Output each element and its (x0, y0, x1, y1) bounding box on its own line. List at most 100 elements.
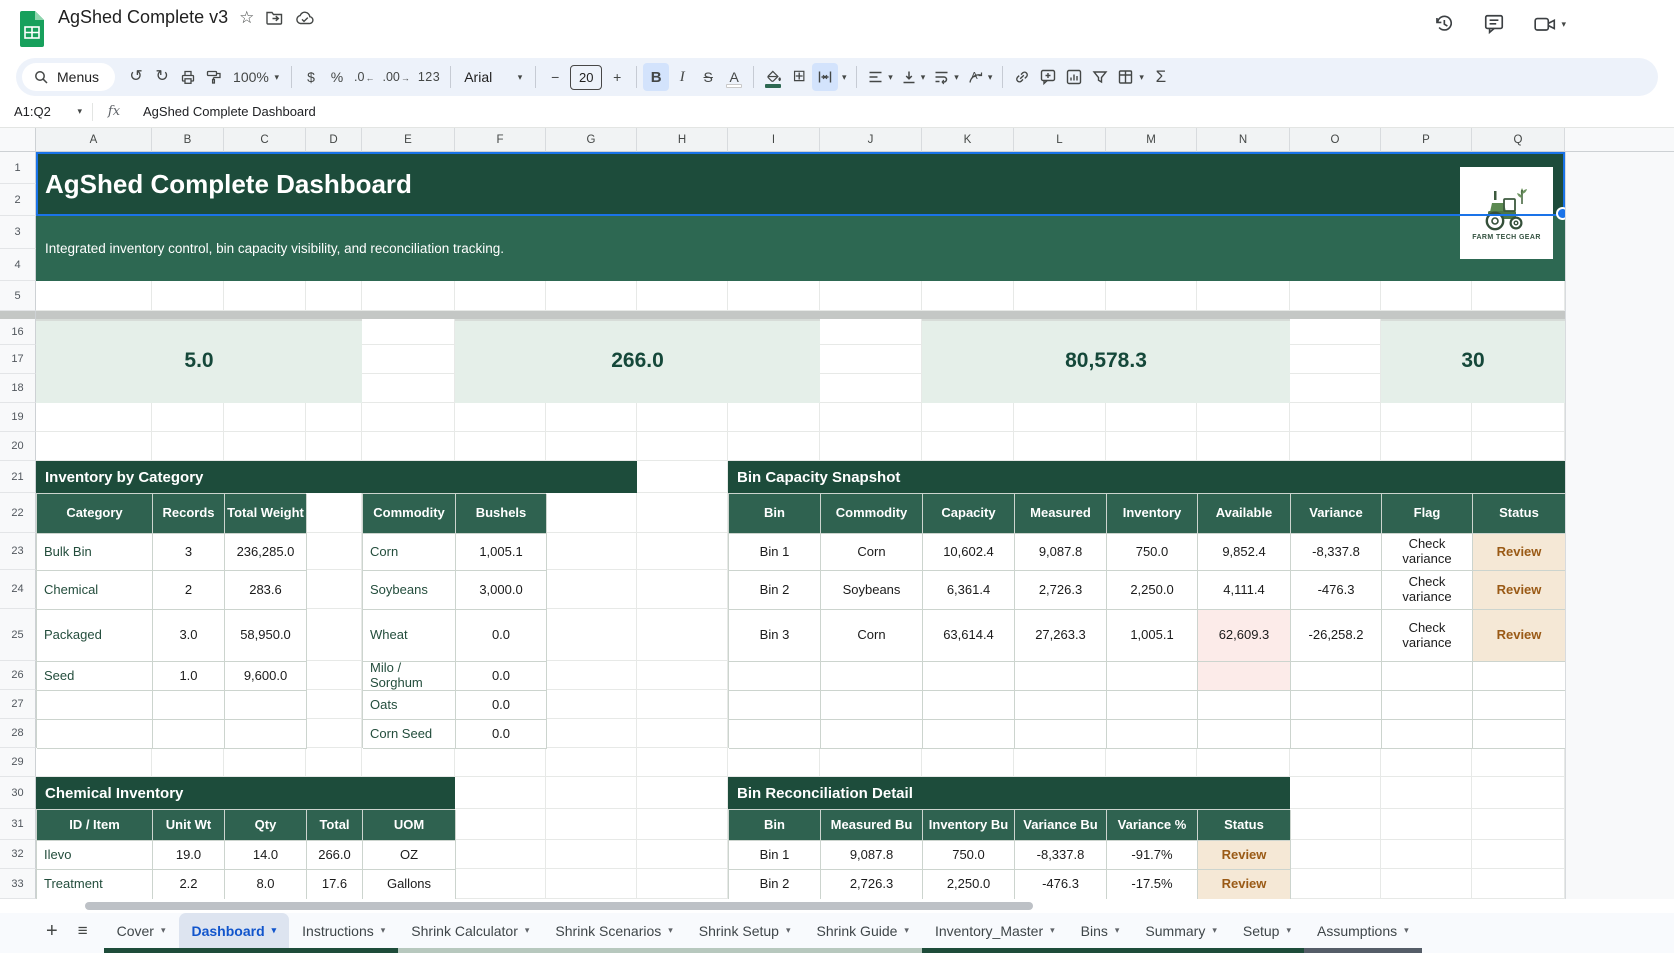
column-header-C[interactable]: C (224, 128, 306, 152)
cell[interactable]: 2,250.0 (923, 870, 1015, 899)
sheet-tab-setup[interactable]: Setup▾ (1230, 913, 1304, 953)
farm-tech-gear-logo[interactable]: FARM TECH GEAR (1460, 167, 1553, 259)
tab-dropdown-icon[interactable]: ▾ (381, 925, 386, 936)
cell[interactable]: 9,852.4 (1198, 534, 1291, 571)
row-header-31[interactable]: 31 (0, 809, 36, 840)
cell[interactable]: 63,614.4 (923, 610, 1015, 662)
bin-capacity-snapshot-title[interactable]: Bin Capacity Snapshot (728, 461, 1565, 493)
cell[interactable]: 3.0 (153, 610, 225, 662)
all-sheets-button[interactable]: ≡ (78, 922, 88, 939)
cell[interactable] (153, 720, 225, 749)
header-cell[interactable]: Inventory (1107, 494, 1198, 534)
cell[interactable]: Bin 1 (729, 534, 821, 571)
cell[interactable]: 0.0 (456, 610, 547, 662)
cell[interactable]: 236,285.0 (225, 534, 307, 571)
row-header-33[interactable]: 33 (0, 869, 36, 899)
header-cell[interactable]: Status (1198, 810, 1291, 841)
name-box-dropdown-icon[interactable]: ▾ (77, 107, 82, 116)
cell[interactable]: Bin 2 (729, 571, 821, 610)
cell[interactable] (729, 720, 821, 749)
column-header-A[interactable]: A (36, 128, 152, 152)
tab-dropdown-icon[interactable]: ▾ (1050, 925, 1055, 936)
zoom-select[interactable]: 100% ▾ (227, 63, 285, 91)
formula-input[interactable]: AgShed Complete Dashboard (135, 104, 316, 119)
cell[interactable] (923, 662, 1015, 691)
row-header-23[interactable]: 23 (0, 533, 36, 570)
row-header-1[interactable]: 1 (0, 152, 36, 184)
column-header-K[interactable]: K (922, 128, 1014, 152)
merge-dropdown-icon[interactable]: ▾ (838, 63, 850, 91)
cell[interactable]: Soybeans (363, 571, 456, 610)
decrease-font-size-button[interactable]: − (542, 63, 568, 91)
horizontal-scrollbar-thumb[interactable] (85, 902, 1033, 910)
increase-decimals-button[interactable]: .00→ (378, 63, 413, 91)
column-header-F[interactable]: F (455, 128, 546, 152)
insert-comment-button[interactable] (1035, 63, 1061, 91)
cell[interactable]: 17.6 (307, 870, 363, 899)
borders-button[interactable]: ⊞ (786, 63, 812, 91)
tab-dropdown-icon[interactable]: ▾ (525, 925, 530, 936)
cell[interactable]: Corn (821, 534, 923, 571)
move-folder-icon[interactable] (265, 8, 284, 27)
row-header-19[interactable]: 19 (0, 403, 36, 432)
text-rotation-button[interactable]: A ▾ (963, 63, 997, 91)
dashboard-banner[interactable]: AgShed Complete Dashboard (36, 152, 1565, 216)
add-sheet-button[interactable]: + (46, 921, 58, 941)
header-cell[interactable]: Variance % (1107, 810, 1198, 841)
cell[interactable]: Milo / Sorghum (363, 662, 456, 691)
cell[interactable] (37, 691, 153, 720)
cell[interactable]: -8,337.8 (1015, 841, 1107, 870)
row-header-24[interactable]: 24 (0, 570, 36, 609)
header-cell[interactable]: Measured (1015, 494, 1107, 534)
select-all-corner[interactable] (0, 128, 36, 152)
cell[interactable] (1473, 720, 1565, 749)
cell[interactable]: 0.0 (456, 662, 547, 691)
cell[interactable]: 2,726.3 (1015, 571, 1107, 610)
document-title[interactable]: AgShed Complete v3 (58, 7, 228, 28)
header-cell[interactable]: Total (307, 810, 363, 841)
cell[interactable]: 4,111.4 (1198, 571, 1291, 610)
cell[interactable]: Check variance (1382, 571, 1473, 610)
cell[interactable]: 27,263.3 (1015, 610, 1107, 662)
cell[interactable] (821, 720, 923, 749)
cell[interactable]: Review (1198, 841, 1291, 870)
cell[interactable]: 19.0 (153, 841, 225, 870)
column-header-P[interactable]: P (1381, 128, 1472, 152)
cell[interactable]: 266.0 (307, 841, 363, 870)
row-header-22[interactable]: 22 (0, 493, 36, 533)
cell[interactable]: 10,602.4 (923, 534, 1015, 571)
row-header-17[interactable]: 17 (0, 345, 36, 374)
font-size-input[interactable]: 20 (570, 65, 602, 90)
column-header-L[interactable]: L (1014, 128, 1106, 152)
cell[interactable] (1198, 662, 1291, 691)
column-header-H[interactable]: H (637, 128, 728, 152)
cell[interactable]: 1,005.1 (456, 534, 547, 571)
decrease-decimals-button[interactable]: .0← (350, 63, 378, 91)
cell[interactable]: 2 (153, 571, 225, 610)
cell[interactable] (1198, 691, 1291, 720)
menus-search-button[interactable]: Menus (22, 63, 115, 91)
column-header-Q[interactable]: Q (1472, 128, 1565, 152)
row-header-3[interactable]: 3 (0, 216, 36, 249)
cell[interactable]: 1,005.1 (1107, 610, 1198, 662)
italic-button[interactable]: I (669, 63, 695, 91)
cell[interactable]: 62,609.3 (1198, 610, 1291, 662)
header-cell[interactable]: Variance (1291, 494, 1382, 534)
cell[interactable]: Corn Seed (363, 720, 456, 749)
cell[interactable]: Seed (37, 662, 153, 691)
tab-dropdown-icon[interactable]: ▾ (272, 925, 277, 936)
header-cell[interactable]: Records (153, 494, 225, 534)
cloud-saved-icon[interactable] (295, 9, 315, 27)
cell[interactable]: Corn (363, 534, 456, 571)
cell[interactable] (1015, 720, 1107, 749)
cell[interactable]: Ilevo (37, 841, 153, 870)
cell[interactable]: Bulk Bin (37, 534, 153, 571)
kpi-card-2[interactable]: 266.0 (455, 319, 820, 403)
sheet-tab-cover[interactable]: Cover▾ (104, 913, 179, 953)
header-cell[interactable]: Category (37, 494, 153, 534)
cell[interactable]: Wheat (363, 610, 456, 662)
more-formats-button[interactable]: 123 (414, 63, 444, 91)
column-header-D[interactable]: D (306, 128, 362, 152)
comments-icon[interactable] (1483, 13, 1505, 35)
header-cell[interactable]: Variance Bu (1015, 810, 1107, 841)
